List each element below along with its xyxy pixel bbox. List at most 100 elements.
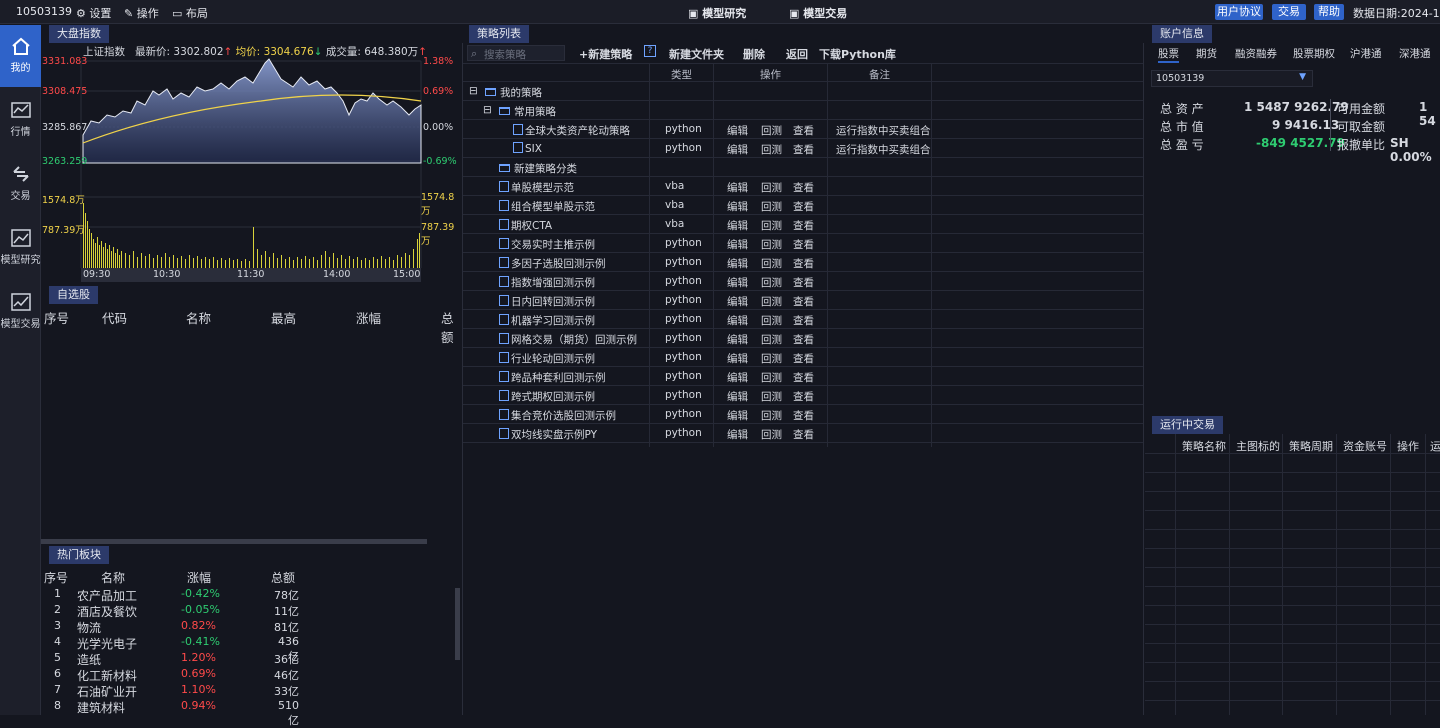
edit-link[interactable]: 编辑 [727, 237, 748, 252]
backtest-link[interactable]: 回测 [761, 256, 782, 271]
strategy-row[interactable]: 期权CTA vba 编辑 回测 查看 [463, 215, 1143, 234]
edit-link[interactable]: 编辑 [727, 275, 748, 290]
hot-sector-row[interactable]: 1 农产品加工 -0.42% 78亿 [41, 587, 451, 603]
new-strategy-button[interactable]: +新建策略 [579, 46, 632, 62]
tree-row-my-strategies[interactable]: ⊟ 我的策略 [463, 82, 1143, 101]
hot-scrollbar[interactable] [455, 588, 460, 660]
strategy-search-box[interactable]: ⌕ 搜索策略 [467, 45, 565, 61]
back-button[interactable]: 返回 [786, 46, 808, 62]
sidebar-item-trade[interactable]: 交易 [0, 153, 41, 215]
tab-running-trades[interactable]: 运行中交易 [1152, 416, 1223, 434]
backtest-link[interactable]: 回测 [761, 275, 782, 290]
strategy-row[interactable]: 组合模型单股示范 vba 编辑 回测 查看 [463, 196, 1143, 215]
sidebar-item-model-trade[interactable]: 模型交易 [0, 281, 41, 343]
collapse-icon[interactable]: ⊟ [469, 85, 478, 97]
strategy-name[interactable]: 跨品种套利回测示例 [499, 370, 606, 385]
backtest-link[interactable]: 回测 [761, 237, 782, 252]
backtest-link[interactable]: 回测 [761, 199, 782, 214]
strategy-row[interactable]: 行业轮动回测示例 python 编辑 回测 查看 [463, 348, 1143, 367]
view-link[interactable]: 查看 [793, 256, 814, 271]
backtest-link[interactable]: 回测 [761, 180, 782, 195]
backtest-link[interactable]: 回测 [761, 370, 782, 385]
strategy-name[interactable]: 多因子选股回测示例 [499, 256, 606, 271]
collapse-icon[interactable]: ⊟ [483, 104, 492, 116]
tab-account-info[interactable]: 账户信息 [1152, 25, 1212, 43]
layout-menu[interactable]: ▭ 布局 [172, 5, 208, 21]
strategy-name[interactable]: 集合竞价选股回测示例 [499, 408, 616, 423]
strategy-name[interactable]: 期权CTA [499, 218, 552, 233]
settings-menu[interactable]: ⚙ 设置 [76, 5, 111, 21]
strategy-row[interactable]: 双均线实盘示例PY python 编辑 回测 查看 [463, 424, 1143, 443]
strategy-row[interactable]: 全球大类资产轮动策略 python 编辑 回测 查看 运行指数中买卖组合 [463, 120, 1143, 139]
backtest-link[interactable]: 回测 [761, 218, 782, 233]
backtest-link[interactable]: 回测 [761, 427, 782, 442]
strategy-name[interactable]: 日内回转回测示例 [499, 294, 595, 309]
subtab-futures[interactable]: 期货 [1196, 46, 1217, 61]
view-link[interactable]: 查看 [793, 294, 814, 309]
edit-link[interactable]: 编辑 [727, 294, 748, 309]
view-link[interactable]: 查看 [793, 351, 814, 366]
edit-link[interactable]: 编辑 [727, 408, 748, 423]
hot-sector-row[interactable]: 4 光学光电子 -0.41% 436亿 [41, 635, 451, 663]
view-link[interactable]: 查看 [793, 370, 814, 385]
edit-link[interactable]: 编辑 [727, 389, 748, 404]
edit-link[interactable]: 编辑 [727, 123, 748, 138]
strategy-name[interactable]: 跨式期权回测示例 [499, 389, 595, 404]
strategy-name[interactable]: 组合模型单股示范 [499, 199, 595, 214]
tree-row-common[interactable]: ⊟ 常用策略 [463, 101, 1143, 120]
edit-link[interactable]: 编辑 [727, 332, 748, 347]
subtab-options[interactable]: 股票期权 [1293, 46, 1335, 61]
operate-menu[interactable]: ✎ 操作 [124, 5, 159, 21]
edit-link[interactable]: 编辑 [727, 180, 748, 195]
hot-sector-row[interactable]: 3 物流 0.82% 81亿 [41, 619, 451, 635]
tree-row-new-category[interactable]: 新建策略分类 [463, 158, 1143, 177]
strategy-row[interactable]: 跨品种套利回测示例 python 编辑 回测 查看 [463, 367, 1143, 386]
backtest-link[interactable]: 回测 [761, 294, 782, 309]
view-link[interactable]: 查看 [793, 199, 814, 214]
strategy-name[interactable]: 单股模型示范 [499, 180, 574, 195]
hot-sector-row[interactable]: 6 化工新材料 0.69% 46亿 [41, 667, 451, 683]
view-link[interactable]: 查看 [793, 275, 814, 290]
edit-link[interactable]: 编辑 [727, 313, 748, 328]
strategy-row[interactable]: SIX python 编辑 回测 查看 运行指数中买卖组合 [463, 139, 1143, 158]
subtab-shhk[interactable]: 沪港通 [1350, 46, 1382, 61]
strategy-name[interactable]: 网格交易（期货）回测示例 [499, 332, 637, 347]
edit-link[interactable]: 编辑 [727, 351, 748, 366]
strategy-row[interactable]: 多因子选股回测示例 python 编辑 回测 查看 [463, 253, 1143, 272]
strategy-row[interactable]: 机器学习回测示例 python 编辑 回测 查看 [463, 310, 1143, 329]
strategy-name[interactable]: 交易实时主推示例 [499, 237, 595, 252]
strategy-row[interactable]: 网格交易（期货）回测示例 python 编辑 回测 查看 [463, 329, 1143, 348]
trade-button[interactable]: 交易 [1272, 4, 1306, 20]
edit-link[interactable]: 编辑 [727, 256, 748, 271]
sidebar-item-research[interactable]: 模型研究 [0, 217, 41, 279]
view-link[interactable]: 查看 [793, 237, 814, 252]
backtest-link[interactable]: 回测 [761, 313, 782, 328]
subtab-szhk[interactable]: 深港通 [1399, 46, 1431, 61]
model-research-link[interactable]: ▣ 模型研究 [688, 5, 746, 21]
hot-sector-row[interactable]: 8 建筑材料 0.94% 510亿 [41, 699, 451, 727]
download-python-button[interactable]: 下载Python库 [819, 46, 896, 62]
help-button[interactable]: 帮助 [1314, 4, 1344, 20]
backtest-link[interactable]: 回测 [761, 142, 782, 157]
tab-index[interactable]: 大盘指数 [49, 25, 109, 43]
hot-sector-row[interactable]: 5 造纸 1.20% 36亿 [41, 651, 451, 667]
hot-sector-row[interactable]: 7 石油矿业开 1.10% 33亿 [41, 683, 451, 699]
account-select[interactable]: 10503139 ▼ [1151, 70, 1313, 87]
view-link[interactable]: 查看 [793, 218, 814, 233]
tab-watchlist[interactable]: 自选股 [49, 286, 98, 304]
model-trade-link[interactable]: ▣ 模型交易 [789, 5, 847, 21]
sidebar-item-mine[interactable]: 我的 [0, 25, 41, 87]
backtest-link[interactable]: 回测 [761, 389, 782, 404]
view-link[interactable]: 查看 [793, 180, 814, 195]
strategy-row[interactable]: 单股模型示范 vba 编辑 回测 查看 [463, 177, 1143, 196]
strategy-name[interactable]: 行业轮动回测示例 [499, 351, 595, 366]
view-link[interactable]: 查看 [793, 142, 814, 157]
new-folder-button[interactable]: 新建文件夹 [669, 46, 724, 62]
help-icon[interactable]: ? [644, 45, 656, 57]
view-link[interactable]: 查看 [793, 123, 814, 138]
view-link[interactable]: 查看 [793, 408, 814, 423]
strategy-row[interactable]: 集合竞价选股回测示例 python 编辑 回测 查看 [463, 405, 1143, 424]
delete-button[interactable]: 删除 [743, 46, 765, 62]
strategy-name[interactable]: 机器学习回测示例 [499, 313, 595, 328]
strategy-row[interactable]: 交易实时主推示例 python 编辑 回测 查看 [463, 234, 1143, 253]
